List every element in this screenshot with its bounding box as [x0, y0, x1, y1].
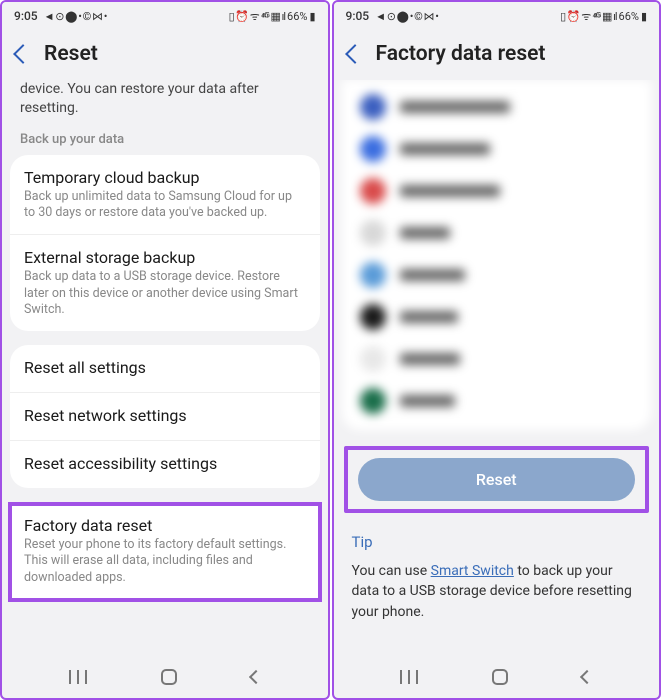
nav-back-icon[interactable] [580, 670, 594, 684]
status-bar: 9:05 ◄ ⊙ ⬤ • © ⋈ • ▯ ⏰ ᯤ ⁴ͫᴳ ▦ ıl 66% ▮ [334, 2, 660, 30]
nav-home-icon[interactable] [492, 669, 508, 685]
nav-bar [334, 656, 660, 698]
app-name-blurred [400, 353, 460, 365]
smart-switch-link[interactable]: Smart Switch [431, 563, 514, 579]
tip-text-pre: You can use [352, 563, 431, 579]
app-icon [360, 94, 386, 120]
item-title: Factory data reset [24, 516, 306, 535]
tip-section: Tip You can use Smart Switch to back up … [334, 513, 660, 622]
item-title: Reset accessibility settings [24, 454, 306, 473]
app-icon [360, 346, 386, 372]
app-icon [360, 178, 386, 204]
item-title: Reset network settings [24, 406, 306, 425]
app-row [342, 338, 652, 380]
item-reset-all-settings[interactable]: Reset all settings [10, 345, 320, 393]
app-name-blurred [400, 143, 490, 155]
item-factory-data-reset[interactable]: Factory data reset Reset your phone to i… [8, 502, 322, 602]
nav-home-icon[interactable] [161, 669, 177, 685]
status-system-icons: ▯ ⏰ ᯤ ⁴ͫᴳ ▦ ıl [229, 9, 285, 24]
status-notification-icons: ◄ ⊙ ⬤ • © ⋈ • [375, 10, 438, 23]
status-time: 9:05 [14, 9, 38, 23]
app-icon [360, 136, 386, 162]
item-reset-network-settings[interactable]: Reset network settings [10, 393, 320, 441]
phone-left-reset-settings: 9:05 ◄ ⊙ ⬤ • © ⋈ • ▯ ⏰ ᯤ ⁴ͫᴳ ▦ ıl 66% ▮ … [0, 0, 330, 700]
reset-options-card: Reset all settings Reset network setting… [10, 345, 320, 488]
app-name-blurred [400, 101, 510, 113]
app-name-blurred [400, 185, 500, 197]
app-row [342, 212, 652, 254]
back-icon[interactable] [345, 44, 365, 64]
page-title: Factory data reset [376, 42, 546, 66]
tip-label: Tip [352, 533, 642, 551]
app-icon [360, 388, 386, 414]
item-desc: Back up data to a USB storage device. Re… [24, 269, 306, 318]
nav-back-icon[interactable] [248, 670, 262, 684]
phone-right-factory-reset: 9:05 ◄ ⊙ ⬤ • © ⋈ • ▯ ⏰ ᯤ ⁴ͫᴳ ▦ ıl 66% ▮ … [332, 0, 661, 700]
app-name-blurred [400, 311, 458, 323]
app-row [342, 170, 652, 212]
app-row [342, 254, 652, 296]
status-system-icons: ▯ ⏰ ᯤ ⁴ͫᴳ ▦ ıl [560, 9, 616, 24]
item-title: Reset all settings [24, 358, 306, 377]
back-icon[interactable] [13, 44, 33, 64]
status-time: 9:05 [346, 9, 370, 23]
app-row [342, 128, 652, 170]
app-row [342, 296, 652, 338]
app-icon [360, 220, 386, 246]
app-name-blurred [400, 395, 455, 407]
battery-icon: ▮ [309, 10, 315, 23]
item-title: Temporary cloud backup [24, 168, 306, 187]
item-desc: Reset your phone to its factory default … [24, 537, 306, 586]
tip-text: You can use Smart Switch to back up your… [352, 561, 642, 622]
intro-text: device. You can restore your data after … [2, 80, 328, 126]
page-header: Factory data reset [334, 30, 660, 80]
app-list-blurred [342, 80, 652, 430]
page-title: Reset [44, 42, 98, 66]
app-icon [360, 304, 386, 330]
reset-button[interactable]: Reset [358, 458, 636, 501]
app-name-blurred [400, 227, 450, 239]
item-reset-accessibility-settings[interactable]: Reset accessibility settings [10, 441, 320, 488]
nav-recents-icon[interactable] [69, 670, 87, 684]
status-notification-icons: ◄ ⊙ ⬤ • © ⋈ • [44, 10, 107, 23]
item-temp-cloud-backup[interactable]: Temporary cloud backup Back up unlimited… [10, 155, 320, 236]
section-label-backup: Back up your data [2, 126, 328, 155]
app-row [342, 380, 652, 422]
backup-card: Temporary cloud backup Back up unlimited… [10, 155, 320, 331]
item-desc: Back up unlimited data to Samsung Cloud … [24, 189, 306, 222]
item-external-backup[interactable]: External storage backup Back up data to … [10, 235, 320, 331]
nav-recents-icon[interactable] [400, 670, 418, 684]
status-bar: 9:05 ◄ ⊙ ⬤ • © ⋈ • ▯ ⏰ ᯤ ⁴ͫᴳ ▦ ıl 66% ▮ [2, 2, 328, 30]
app-icon [360, 262, 386, 288]
app-row [342, 86, 652, 128]
page-header: Reset [2, 30, 328, 80]
battery-percent: 66% [287, 10, 307, 23]
reset-button-highlight: Reset [344, 446, 650, 513]
nav-bar [2, 656, 328, 698]
battery-icon: ▮ [641, 10, 647, 23]
item-title: External storage backup [24, 248, 306, 267]
app-name-blurred [400, 269, 465, 281]
battery-percent: 66% [619, 10, 639, 23]
